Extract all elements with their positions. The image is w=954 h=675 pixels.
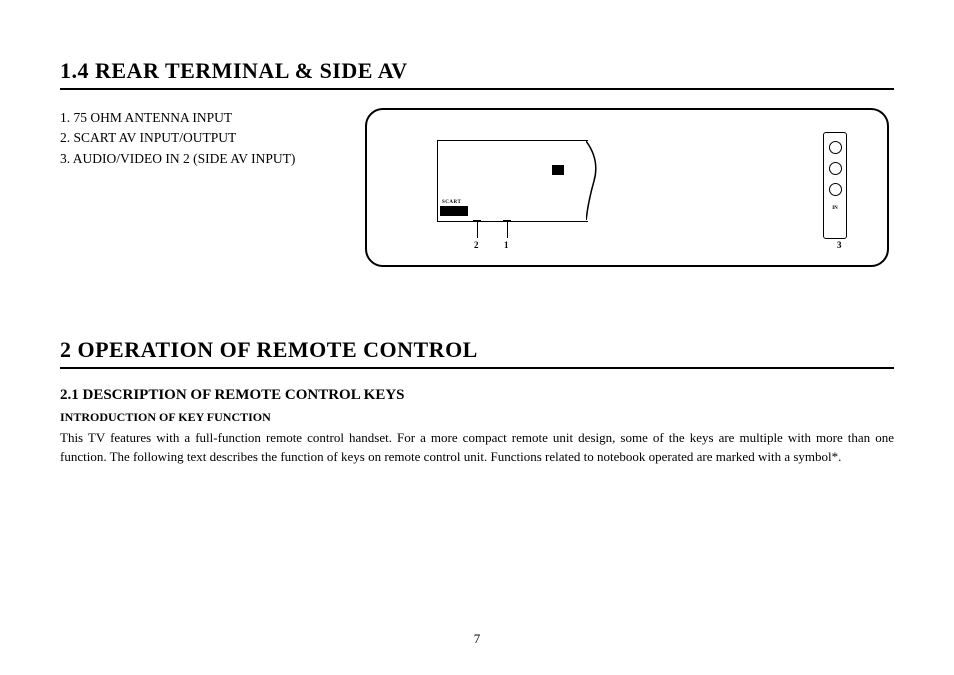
diagram-frame: SCART 2 1 IN 3 [365, 108, 889, 267]
av-jack-icon [829, 183, 842, 196]
diagram-label-2: 2 [474, 240, 479, 250]
section-2-1-heading: 2.1 DESCRIPTION OF REMOTE CONTROL KEYS [60, 387, 894, 404]
in-label: IN [824, 206, 846, 211]
intro-label: INTRODUCTION OF KEY FUNCTION [60, 410, 894, 425]
terminal-list: 1. 75 OHM ANTENNA INPUT 2. SCART AV INPU… [60, 108, 360, 169]
divider [60, 88, 894, 90]
antenna-connector-icon [552, 165, 564, 175]
callout-line [507, 220, 508, 238]
body-paragraph: This TV features with a full-function re… [60, 429, 894, 467]
manual-page: 1.4 REAR TERMINAL & SIDE AV 1. 75 OHM AN… [0, 0, 954, 675]
section-2-heading: 2 OPERATION OF REMOTE CONTROL [60, 337, 894, 363]
av-jack-icon [829, 141, 842, 154]
section-1-4-content: 1. 75 OHM ANTENNA INPUT 2. SCART AV INPU… [60, 108, 894, 267]
list-item: 2. SCART AV INPUT/OUTPUT [60, 128, 360, 148]
rear-panel-curve [586, 140, 606, 220]
scart-connector-icon [440, 206, 468, 216]
callout-line [477, 220, 478, 238]
diagram-label-3: 3 [837, 240, 842, 250]
page-number: 7 [0, 631, 954, 647]
divider [60, 367, 894, 369]
list-item: 1. 75 OHM ANTENNA INPUT [60, 108, 360, 128]
terminal-diagram: SCART 2 1 IN 3 [360, 108, 894, 267]
scart-label: SCART [442, 200, 461, 205]
section-1-4-heading: 1.4 REAR TERMINAL & SIDE AV [60, 58, 894, 84]
side-av-panel: IN [823, 132, 847, 239]
list-item: 3. AUDIO/VIDEO IN 2 (SIDE AV INPUT) [60, 149, 360, 169]
diagram-label-1: 1 [504, 240, 509, 250]
av-jack-icon [829, 162, 842, 175]
